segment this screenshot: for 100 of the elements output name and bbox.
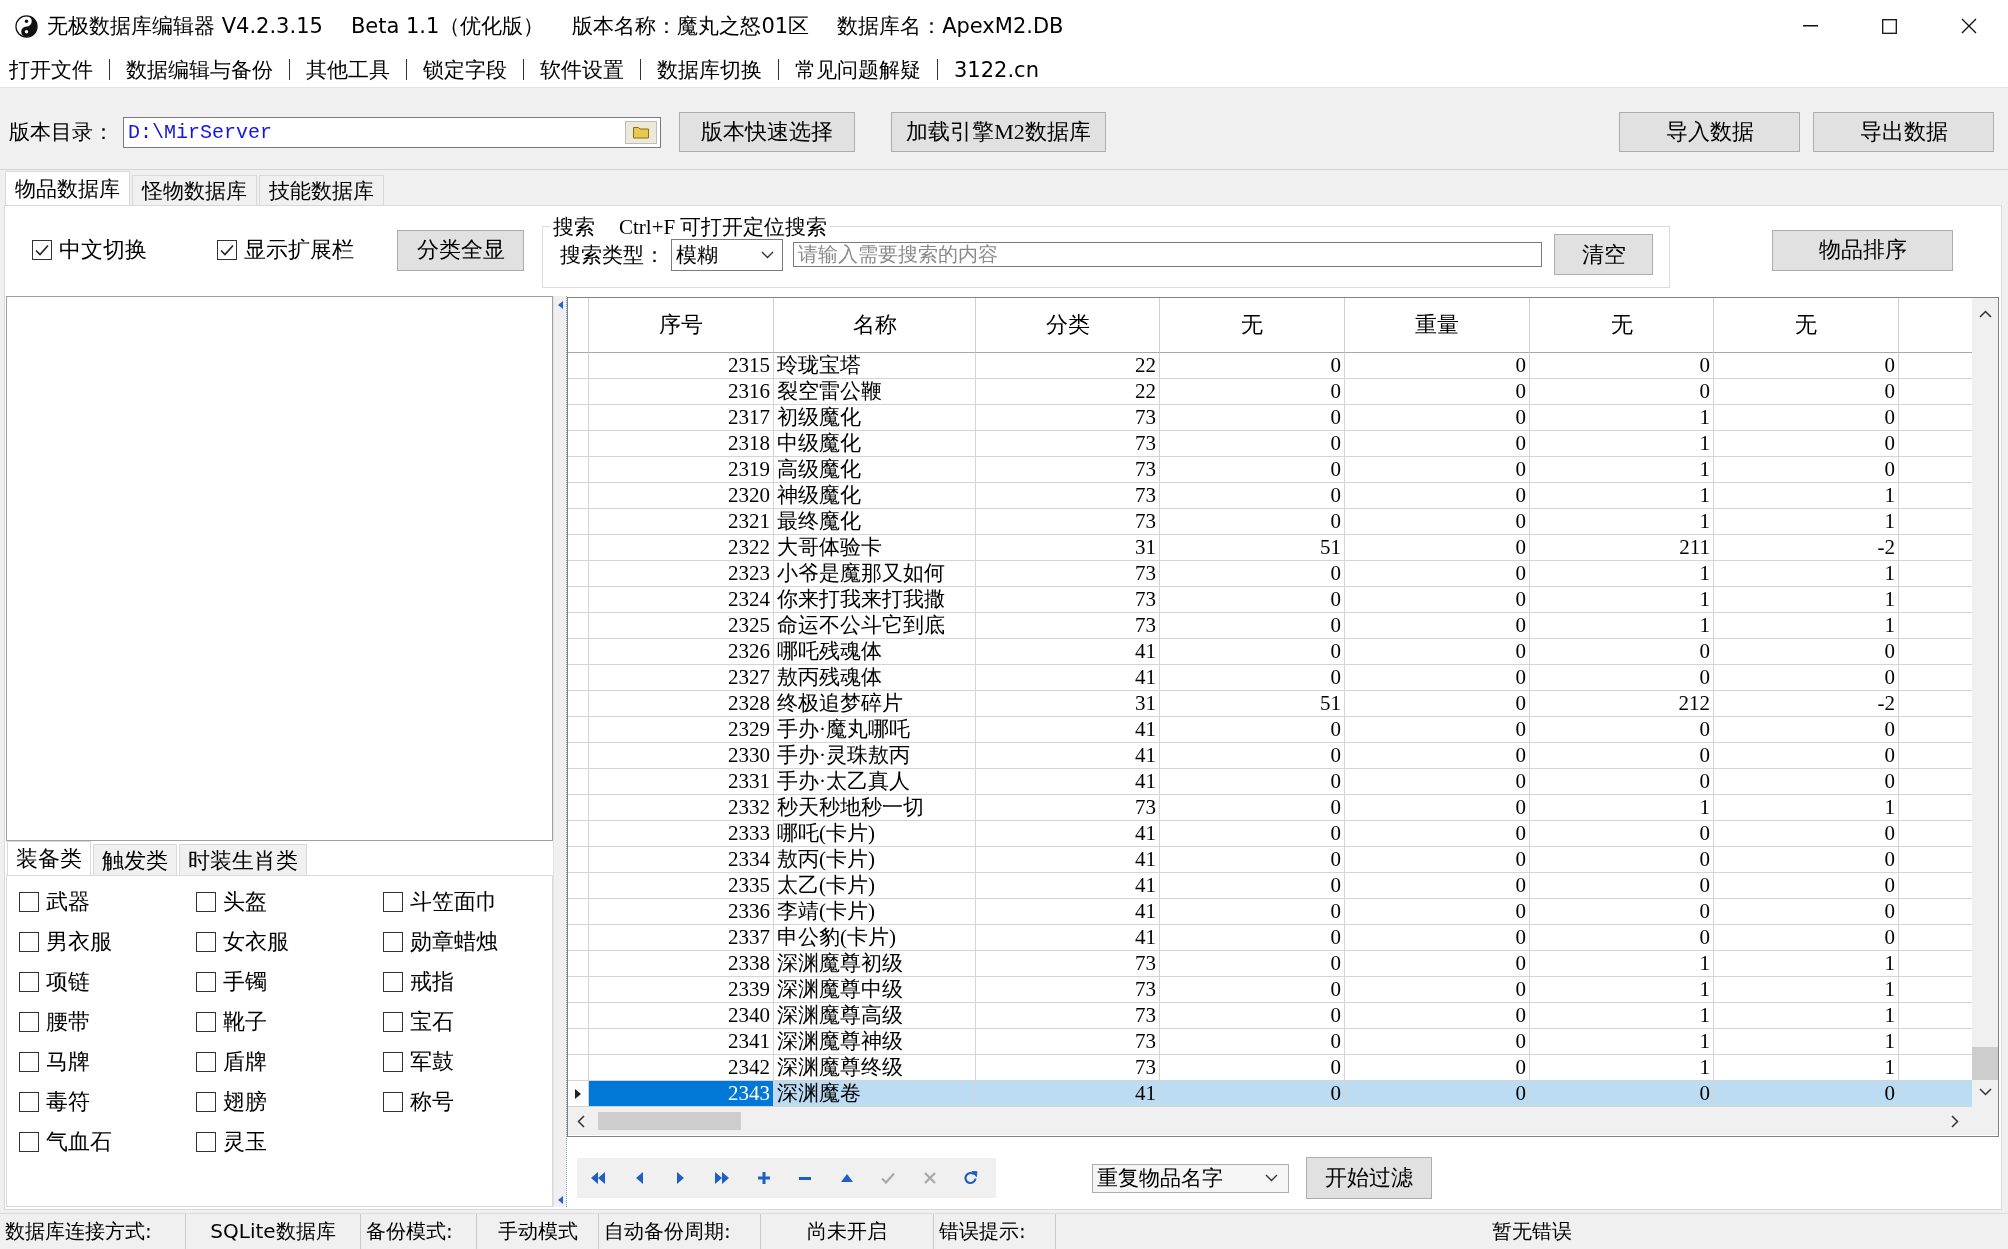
table-row[interactable]: 2318 中级魔化 73 0 0 1 0 [568, 431, 1972, 457]
menu-item[interactable]: 打开文件 [0, 54, 109, 85]
table-row[interactable]: 2329 手办·魔丸哪吒 41 0 0 0 0 [568, 717, 1972, 743]
table-cell: 1 [1530, 561, 1714, 587]
category-checkbox[interactable]: 马牌 [19, 1047, 90, 1077]
menu-item[interactable]: 常见问题解疑 [779, 54, 937, 85]
table-cell: 73 [976, 1029, 1160, 1055]
table-cell: 0 [1160, 977, 1345, 1003]
table-cell: 敖丙(卡片) [774, 847, 976, 873]
table-row[interactable]: 2325 命运不公斗它到底 73 0 0 1 1 [568, 613, 1972, 639]
category-checkbox[interactable]: 腰带 [19, 1007, 90, 1037]
category-checkbox[interactable]: 勋章蜡烛 [383, 927, 498, 957]
table-row[interactable]: 2333 哪吒(卡片) 41 0 0 0 0 [568, 821, 1972, 847]
category-checkbox[interactable]: 灵玉 [196, 1127, 267, 1157]
search-field[interactable]: 请输入需要搜索的内容 [793, 242, 1542, 267]
table-row[interactable]: 2323 小爷是魔那又如何 73 0 0 1 1 [568, 561, 1972, 587]
menu-item[interactable]: 3122.cn [938, 54, 1055, 85]
table-cell: 2321 [589, 509, 774, 535]
category-checkbox[interactable]: 武器 [19, 887, 90, 917]
table-row[interactable]: 2315 玲珑宝塔 22 0 0 0 0 [568, 353, 1972, 379]
table-row[interactable]: 2337 申公豹(卡片) 41 0 0 0 0 [568, 925, 1972, 951]
table-row[interactable]: 2328 终极追梦碎片 31 51 0 212 -2 [568, 691, 1972, 717]
table-row[interactable]: 2338 深渊魔尊初级 73 0 0 1 1 [568, 951, 1972, 977]
category-checkbox[interactable]: 军鼓 [383, 1047, 454, 1077]
scrollbar-thumb[interactable] [1972, 1047, 1998, 1080]
category-checkbox[interactable]: 女衣服 [196, 927, 289, 957]
menu-item[interactable]: 数据编辑与备份 [110, 54, 289, 85]
option-checkbox[interactable]: 中文切换 [32, 235, 147, 265]
table-row[interactable]: 2317 初级魔化 73 0 0 1 0 [568, 405, 1972, 431]
search-type-dropdown[interactable]: 模糊 [671, 238, 783, 271]
tab[interactable]: 怪物数据库 [132, 175, 257, 205]
splitter[interactable] [553, 296, 567, 1207]
table-cell: 2333 [589, 821, 774, 847]
table-row[interactable]: 2340 深渊魔尊高级 73 0 0 1 1 [568, 1003, 1972, 1029]
table-cell: 0 [1345, 873, 1530, 899]
table-row[interactable]: 2343 深渊魔卷 41 0 0 0 0 [568, 1081, 1972, 1107]
tab[interactable]: 装备类 [7, 841, 91, 875]
table-row[interactable]: 2339 深渊魔尊中级 73 0 0 1 1 [568, 977, 1972, 1003]
table-row[interactable]: 2335 太乙(卡片) 41 0 0 0 0 [568, 873, 1972, 899]
tab[interactable]: 触发类 [93, 844, 177, 875]
table-row[interactable]: 2324 你来打我来打我撒 73 0 0 1 1 [568, 587, 1972, 613]
category-checkbox[interactable]: 斗笠面巾 [383, 887, 498, 917]
table-cell: 0 [1160, 821, 1345, 847]
category-checkbox[interactable]: 靴子 [196, 1007, 267, 1037]
category-checkbox[interactable]: 宝石 [383, 1007, 454, 1037]
menu-item[interactable]: 锁定字段 [407, 54, 523, 85]
table-row[interactable]: 2316 裂空雷公鞭 22 0 0 0 0 [568, 379, 1972, 405]
menu-item[interactable]: 其他工具 [290, 54, 406, 85]
clear-button[interactable]: 清空 [1554, 234, 1653, 275]
database-name: 数据库名：ApexM2.DB [837, 13, 1064, 40]
sort-button[interactable]: 物品排序 [1772, 229, 1953, 271]
show-all-button[interactable]: 分类全显 [397, 229, 524, 271]
version-select-button[interactable]: 版本快速选择 [679, 112, 855, 152]
category-checkbox[interactable]: 头盔 [196, 887, 267, 917]
table-row[interactable]: 2321 最终魔化 73 0 0 1 1 [568, 509, 1972, 535]
menu-item[interactable]: 软件设置 [524, 54, 640, 85]
category-checkbox[interactable]: 盾牌 [196, 1047, 267, 1077]
vertical-scrollbar[interactable] [1972, 298, 1998, 1107]
minus-icon [799, 1176, 812, 1180]
load-database-button[interactable]: 加载引擎M2数据库 [891, 112, 1106, 152]
table-row[interactable]: 2322 大哥体验卡 31 51 0 211 -2 [568, 535, 1972, 561]
category-checkbox[interactable]: 项链 [19, 967, 90, 997]
category-checkbox[interactable]: 手镯 [196, 967, 267, 997]
table-cell: 2336 [589, 899, 774, 925]
table-cell: 0 [1345, 951, 1530, 977]
category-checkbox[interactable]: 戒指 [383, 967, 454, 997]
option-checkbox[interactable]: 显示扩展栏 [217, 235, 354, 265]
table-row[interactable]: 2326 哪吒残魂体 41 0 0 0 0 [568, 639, 1972, 665]
table-cell: 2339 [589, 977, 774, 1003]
export-button[interactable]: 导出数据 [1813, 112, 1994, 152]
table-cell: 0 [1714, 873, 1899, 899]
category-checkbox[interactable]: 翅膀 [196, 1087, 267, 1117]
import-button[interactable]: 导入数据 [1619, 112, 1800, 152]
tab[interactable]: 时装生肖类 [179, 844, 307, 875]
browse-button[interactable] [625, 120, 657, 144]
category-checkbox[interactable]: 男衣服 [19, 927, 112, 957]
search-group-title: 搜索 [553, 214, 595, 239]
category-checkbox[interactable]: 气血石 [19, 1127, 112, 1157]
tab[interactable]: 技能数据库 [259, 175, 384, 205]
table-row[interactable]: 2334 敖丙(卡片) 41 0 0 0 0 [568, 847, 1972, 873]
directory-field[interactable]: D:\MirServer [123, 116, 661, 148]
table-cell: 0 [1714, 847, 1899, 873]
table-row[interactable]: 2327 敖丙残魂体 41 0 0 0 0 [568, 665, 1972, 691]
category-checkbox[interactable]: 称号 [383, 1087, 454, 1117]
table-cell: 高级魔化 [774, 457, 976, 483]
table-row[interactable]: 2319 高级魔化 73 0 0 1 0 [568, 457, 1972, 483]
table-row[interactable]: 2341 深渊魔尊神级 73 0 0 1 1 [568, 1029, 1972, 1055]
filter-dropdown[interactable]: 重复物品名字 [1092, 1163, 1289, 1193]
scrollbar-thumb[interactable] [598, 1112, 741, 1130]
table-row[interactable]: 2336 李靖(卡片) 41 0 0 0 0 [568, 899, 1972, 925]
start-filter-button[interactable]: 开始过滤 [1306, 1157, 1432, 1199]
table-row[interactable]: 2320 神级魔化 73 0 0 1 1 [568, 483, 1972, 509]
table-cell: 小爷是魔那又如何 [774, 561, 976, 587]
table-row[interactable]: 2330 手办·灵珠敖丙 41 0 0 0 0 [568, 743, 1972, 769]
table-row[interactable]: 2331 手办·太乙真人 41 0 0 0 0 [568, 769, 1972, 795]
tab[interactable]: 物品数据库 [5, 171, 130, 205]
menu-item[interactable]: 数据库切换 [641, 54, 778, 85]
table-row[interactable]: 2332 秒天秒地秒一切 73 0 0 1 1 [568, 795, 1972, 821]
table-cell: 0 [1160, 613, 1345, 639]
category-checkbox[interactable]: 毒符 [19, 1087, 90, 1117]
